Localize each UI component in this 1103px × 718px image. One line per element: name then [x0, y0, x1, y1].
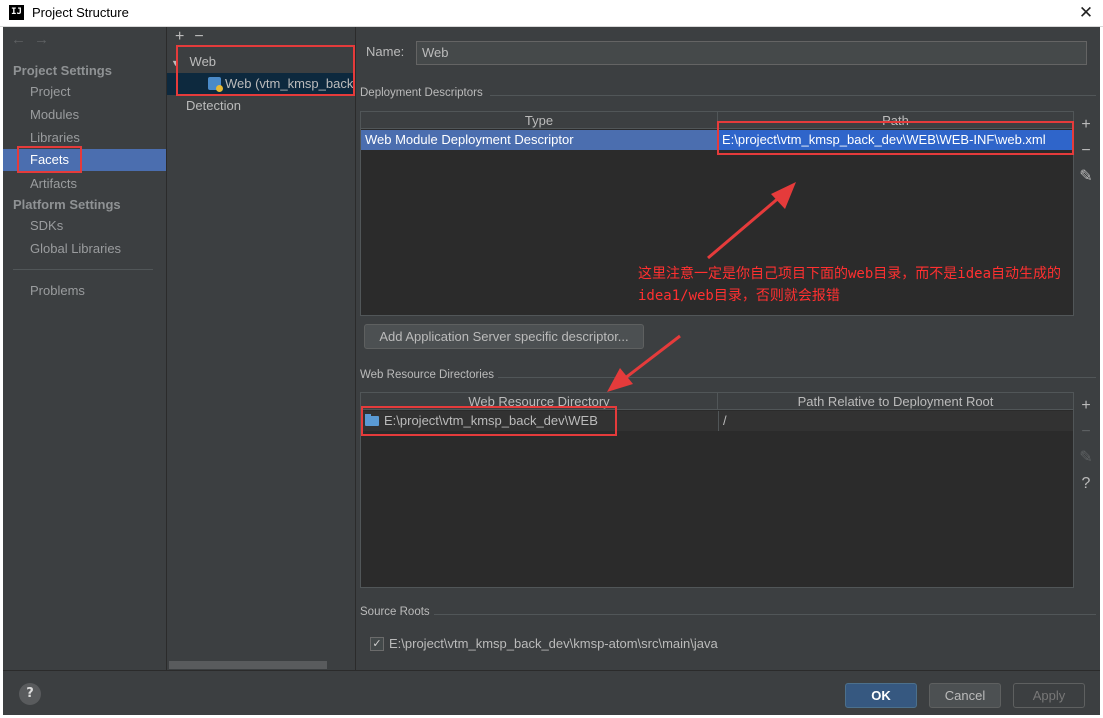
help-icon[interactable]: ? — [19, 683, 41, 705]
edit-pencil-icon[interactable]: ✎ — [1074, 445, 1098, 471]
window-titlebar: IJ Project Structure ✕ — [0, 0, 1103, 27]
ok-button[interactable]: OK — [845, 683, 917, 708]
descriptor-side-toolbar: + − ✎ — [1074, 112, 1098, 190]
annotation-box-facets — [17, 146, 82, 173]
annotation-box-descriptor-path — [717, 121, 1074, 155]
help-question-icon[interactable]: ? — [1074, 471, 1098, 497]
deployment-descriptors-title: Deployment Descriptors — [360, 87, 483, 99]
nav-item-global-libraries[interactable]: Global Libraries — [3, 238, 166, 260]
descriptor-type-cell: Web Module Deployment Descriptor — [365, 132, 574, 147]
cancel-button[interactable]: Cancel — [929, 683, 1001, 708]
annotation-box-web-facet — [176, 45, 355, 96]
remove-icon[interactable]: − — [1074, 138, 1098, 164]
remove-facet-icon[interactable]: − — [194, 28, 213, 45]
nav-item-artifacts[interactable]: Artifacts — [3, 173, 166, 195]
resource-side-toolbar: + − ✎ ? — [1074, 393, 1098, 497]
source-root-checkbox[interactable]: ✓ — [370, 637, 384, 651]
column-header-type[interactable]: Type — [361, 112, 718, 129]
source-roots-title: Source Roots — [360, 606, 430, 618]
close-window-icon[interactable]: ✕ — [1070, 0, 1102, 26]
forward-arrow-icon[interactable]: → — [34, 31, 57, 48]
add-icon[interactable]: + — [1074, 112, 1098, 138]
project-settings-header: Project Settings — [13, 63, 112, 78]
relative-path-cell: / — [718, 411, 1073, 431]
facet-tree-panel: +− ▼ Web Web (vtm_kmsp_back Detection — [167, 27, 356, 670]
edit-pencil-icon[interactable]: ✎ — [1074, 164, 1098, 190]
web-resource-directories-title: Web Resource Directories — [360, 369, 495, 381]
nav-item-modules[interactable]: Modules — [3, 104, 166, 126]
source-root-path: E:\project\vtm_kmsp_back_dev\kmsp-atom\s… — [389, 636, 718, 651]
facet-name-input[interactable]: Web — [416, 41, 1087, 65]
nav-divider — [13, 269, 153, 270]
column-header-relative-path[interactable]: Path Relative to Deployment Root — [718, 393, 1073, 410]
platform-settings-header: Platform Settings — [13, 197, 121, 212]
add-icon[interactable]: + — [1074, 393, 1098, 419]
nav-item-sdks[interactable]: SDKs — [3, 215, 166, 237]
nav-item-project[interactable]: Project — [3, 81, 166, 103]
group-separator — [434, 614, 1096, 615]
group-separator — [490, 95, 1096, 96]
tree-toolbar: +− — [175, 28, 214, 46]
add-facet-icon[interactable]: + — [175, 28, 194, 45]
horizontal-scrollbar[interactable] — [169, 661, 327, 669]
dialog-footer: ? OK Cancel Apply — [3, 670, 1100, 715]
window-title: Project Structure — [32, 5, 129, 20]
annotation-note: 这里注意一定是你自己项目下面的web目录，而不是idea自动生成的idea1/w… — [638, 266, 1061, 304]
intellij-app-icon: IJ — [9, 5, 24, 20]
group-separator — [498, 377, 1096, 378]
add-server-descriptor-button[interactable]: Add Application Server specific descript… — [364, 324, 644, 349]
back-arrow-icon[interactable]: ← — [11, 31, 34, 48]
name-label: Name: — [366, 44, 405, 59]
nav-item-problems[interactable]: Problems — [3, 280, 166, 302]
apply-button[interactable]: Apply — [1013, 683, 1085, 708]
annotation-box-resource-directory — [361, 406, 617, 436]
back-forward-arrows[interactable]: ←→ — [11, 31, 57, 48]
tree-node-detection[interactable]: Detection — [186, 95, 241, 117]
remove-icon[interactable]: − — [1074, 419, 1098, 445]
settings-nav: ←→ Project Settings Project Modules Libr… — [3, 27, 167, 670]
